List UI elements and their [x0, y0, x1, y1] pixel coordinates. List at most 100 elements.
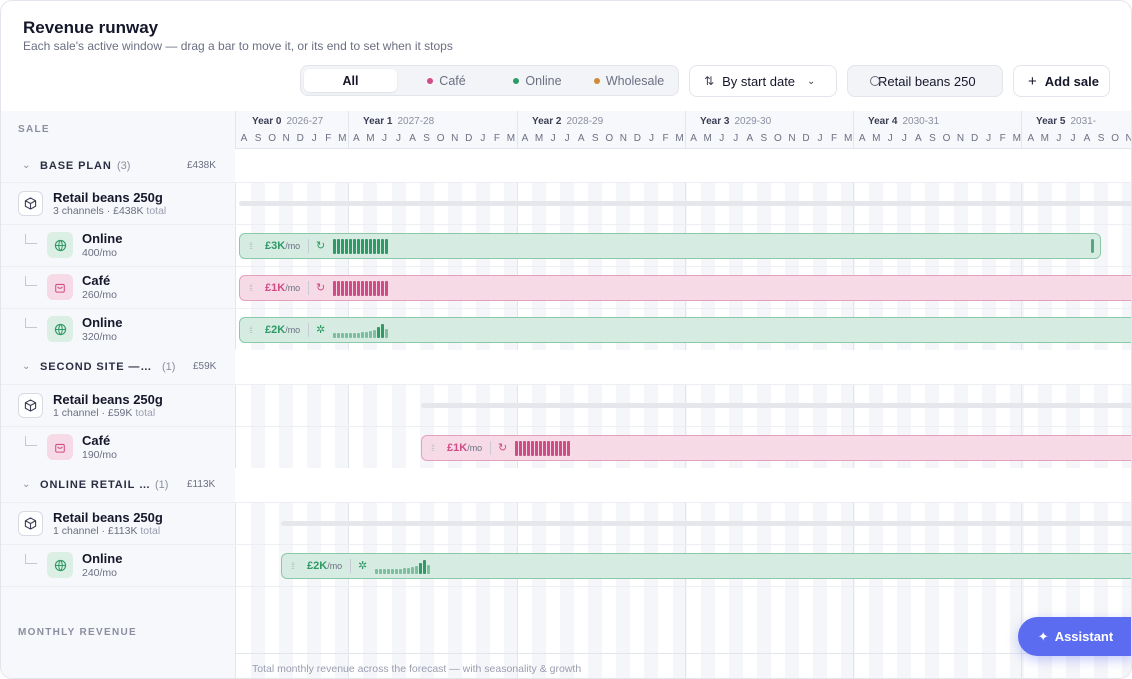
sort-dropdown[interactable]: ⇅ By start date ⌄: [689, 65, 837, 97]
wholesale-dot-icon: [593, 77, 600, 84]
sale-bar[interactable]: ⁞⁞ £2K/mo ✲: [281, 553, 1131, 579]
channel-rate: 190/mo: [82, 449, 118, 461]
cafe-dot-icon: [427, 77, 434, 84]
group-title: BASE PLAN: [40, 160, 112, 172]
bar-value: £3K/mo: [265, 240, 301, 252]
month-label: D: [633, 133, 641, 144]
channel-name[interactable]: Café: [82, 433, 110, 448]
month-label: N: [282, 133, 290, 144]
product-name[interactable]: Retail beans 250g: [53, 392, 163, 407]
drag-handle-icon[interactable]: ⁞⁞: [249, 325, 253, 335]
month-label: A: [915, 133, 922, 144]
year-label: Year 1 2027-28: [363, 116, 435, 127]
channel-name[interactable]: Café: [82, 273, 110, 288]
product-name[interactable]: Retail beans 250g: [53, 190, 163, 205]
month-label: M: [1040, 133, 1050, 144]
search-input[interactable]: [872, 73, 992, 89]
add-sale-button[interactable]: + Add sale: [1013, 65, 1110, 97]
filter-online[interactable]: Online: [491, 69, 584, 92]
drag-handle-icon[interactable]: ⁞⁞: [291, 561, 295, 571]
filter-cafe[interactable]: Café: [400, 69, 493, 92]
group-count: (1): [155, 479, 169, 491]
drag-handle-icon[interactable]: ⁞⁞: [431, 443, 435, 453]
year-label: Year 2 2028-29: [532, 116, 604, 127]
app-window: Revenue runway Each sale's active window…: [0, 0, 1132, 679]
drag-handle-icon[interactable]: ⁞⁞: [249, 241, 253, 251]
page-title: Revenue runway: [23, 18, 159, 37]
group-title: SECOND SITE — …: [40, 361, 152, 373]
channel-rate: 320/mo: [82, 331, 118, 343]
month-label: M: [506, 133, 516, 144]
year-label: Year 4 2030-31: [868, 116, 940, 127]
channel-name[interactable]: Online: [82, 231, 122, 246]
month-label: J: [648, 133, 654, 144]
month-label: J: [1070, 133, 1076, 144]
channel-filter: All Café Online Wholesale: [300, 65, 679, 96]
filter-wholesale[interactable]: Wholesale: [582, 69, 676, 92]
seasonal-icon: ✲: [316, 324, 326, 336]
bar-value: £1K/mo: [447, 442, 483, 454]
month-label: M: [534, 133, 544, 144]
shop-bag-icon: [47, 274, 73, 300]
filter-online-label: Online: [525, 73, 562, 88]
search-box[interactable]: [847, 65, 1003, 97]
sale-bar[interactable]: ⁞⁞ £3K/mo ↻: [239, 233, 1101, 259]
sparkline: [333, 237, 388, 254]
chevron-down-icon[interactable]: ⌄: [22, 361, 30, 372]
month-label: O: [436, 133, 445, 144]
chevron-down-icon[interactable]: ⌄: [22, 479, 30, 490]
online-dot-icon: [513, 77, 520, 84]
sale-column-header: SALE: [18, 124, 50, 135]
group-row[interactable]: ⌄ ONLINE RETAIL … (1) £113K: [1, 468, 1131, 502]
month-label: J: [887, 133, 893, 144]
month-label: S: [591, 133, 599, 144]
month-label: J: [817, 133, 823, 144]
assistant-button[interactable]: ✦ Assistant: [1018, 617, 1131, 656]
bar-value: £2K/mo: [265, 324, 301, 336]
product-summary: 3 channels · £438K total: [53, 205, 167, 217]
month-label: M: [872, 133, 881, 144]
bar-value: £1K/mo: [265, 282, 301, 294]
month-label: A: [858, 133, 866, 144]
seasonal-icon: ✲: [358, 560, 368, 572]
month-label: S: [760, 133, 768, 144]
month-label: N: [1122, 133, 1131, 144]
bar-end-handle[interactable]: [1091, 239, 1094, 253]
drag-handle-icon[interactable]: ⁞⁞: [249, 283, 253, 293]
month-label: D: [465, 133, 473, 144]
group-row[interactable]: ⌄ BASE PLAN (3) £438K: [1, 149, 1131, 183]
chevron-down-icon[interactable]: ⌄: [22, 160, 30, 171]
channel-name[interactable]: Online: [82, 551, 122, 566]
filter-wholesale-label: Wholesale: [605, 73, 665, 88]
month-label: M: [366, 133, 375, 144]
filter-all[interactable]: All: [304, 69, 397, 92]
group-row[interactable]: ⌄ SECOND SITE — … (1) £59K: [1, 350, 1131, 384]
sort-label: By start date: [722, 73, 796, 89]
add-sale-label: Add sale: [1044, 73, 1099, 89]
month-label: F: [999, 133, 1006, 144]
chevron-down-icon: ⌄: [807, 75, 816, 87]
year-label: Year 5 2031-: [1036, 116, 1097, 127]
month-label: J: [986, 133, 992, 144]
recurring-icon: ↻: [498, 442, 508, 454]
group-total: £59K: [193, 361, 217, 372]
month-label: D: [296, 133, 304, 144]
year-label: Year 3 2029-30: [700, 116, 772, 127]
month-label: M: [703, 133, 712, 144]
month-label: O: [1111, 133, 1119, 144]
product-name[interactable]: Retail beans 250g: [53, 510, 163, 525]
sale-bar[interactable]: ⁞⁞ £1K/mo ↻: [239, 275, 1131, 301]
box-icon: [18, 191, 43, 216]
sale-bar[interactable]: ⁞⁞ £2K/mo ✲: [239, 317, 1131, 343]
sale-bar[interactable]: ⁞⁞ £1K/mo ↻: [421, 435, 1131, 461]
month-label: J: [480, 133, 486, 144]
month-label: O: [774, 133, 782, 144]
channel-rate: 260/mo: [82, 289, 118, 301]
month-label: J: [719, 133, 725, 144]
product-summary-bar: [281, 521, 1131, 526]
month-label: O: [605, 133, 614, 144]
month-label: F: [325, 133, 332, 144]
channel-name[interactable]: Online: [82, 315, 122, 330]
sort-arrows-icon: ⇅: [704, 74, 715, 88]
month-label: J: [396, 133, 402, 144]
